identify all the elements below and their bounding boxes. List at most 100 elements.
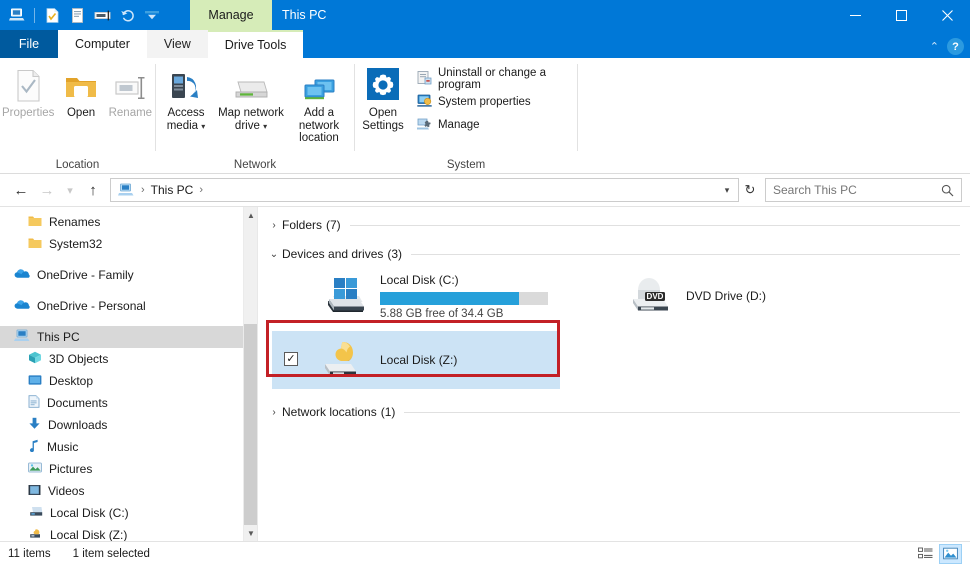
sidebar-item-documents[interactable]: Documents <box>0 392 257 414</box>
new-folder-icon[interactable] <box>66 4 88 26</box>
rename-button[interactable]: Rename <box>106 64 155 120</box>
forward-button[interactable]: → <box>34 177 60 203</box>
address-dropdown-icon[interactable]: ▾ <box>718 185 736 196</box>
sidebar-item-system32[interactable]: System32 <box>0 233 257 255</box>
group-header-folders[interactable]: › Folders (7) <box>266 214 962 236</box>
uninstall-program-button[interactable]: Uninstall or change a program <box>413 67 577 91</box>
status-item-count: 11 items <box>8 547 51 560</box>
status-selection-count: 1 item selected <box>72 547 150 560</box>
capacity-text: 5.88 GB free of 34.4 GB <box>380 308 504 320</box>
capacity-bar-fill <box>380 292 520 305</box>
drive-tile-text: Local Disk (Z:) <box>380 352 457 368</box>
minimize-button[interactable] <box>832 0 878 30</box>
access-media-icon <box>168 67 204 103</box>
sidebar-item-renames[interactable]: Renames <box>0 211 257 233</box>
dvd-drive-icon: DVD <box>620 276 678 316</box>
add-network-location-button[interactable]: Add a network location <box>286 64 352 145</box>
access-media-button[interactable]: Access media ▾ <box>156 64 216 133</box>
sidebar-item-downloads[interactable]: Downloads <box>0 414 257 436</box>
customize-qat-icon[interactable] <box>141 4 163 26</box>
breadcrumb-separator-1: › <box>141 184 145 196</box>
scroll-down-arrow-icon[interactable]: ▼ <box>244 525 257 541</box>
this-pc-icon[interactable] <box>6 4 28 26</box>
recent-locations-button[interactable]: ▾ <box>60 177 80 203</box>
chevron-right-icon[interactable]: › <box>266 407 282 418</box>
group-header-label: Network locations <box>282 405 377 419</box>
sidebar-item-desktop[interactable]: Desktop <box>0 370 257 392</box>
scroll-up-arrow-icon[interactable]: ▲ <box>244 207 257 223</box>
sidebar-item-label: Videos <box>48 484 85 498</box>
maximize-button[interactable] <box>878 0 924 30</box>
windows-drive-icon <box>314 276 372 316</box>
up-button[interactable]: ↑ <box>80 177 106 203</box>
rename-icon[interactable] <box>91 4 113 26</box>
sidebar-item-3d-objects[interactable]: 3D Objects <box>0 348 257 370</box>
manage-button[interactable]: Manage <box>413 114 577 135</box>
tab-view[interactable]: View <box>146 30 208 58</box>
refresh-button[interactable]: ↻ <box>739 178 761 202</box>
drive-name: DVD Drive (D:) <box>686 289 766 303</box>
chevron-down-icon[interactable]: ⌄ <box>266 249 282 260</box>
sidebar-item-local-disk-c[interactable]: Local Disk (C:) <box>0 502 257 524</box>
close-button[interactable] <box>924 0 970 30</box>
help-icon[interactable]: ? <box>947 38 964 55</box>
rename-button-label: Rename <box>108 107 153 119</box>
sidebar-item-pictures[interactable]: Pictures <box>0 458 257 480</box>
local-disk-icon <box>28 506 43 521</box>
back-button[interactable]: ← <box>8 177 34 203</box>
contextual-tab-header[interactable]: Manage <box>190 0 272 30</box>
sidebar-item-label: Downloads <box>48 418 108 432</box>
open-settings-button[interactable]: Open Settings <box>355 64 411 132</box>
search-input[interactable] <box>773 183 941 197</box>
drive-tile-dvd-drive-d[interactable]: DVD DVD Drive (D:) <box>578 267 866 325</box>
system-properties-button[interactable]: System properties <box>413 91 577 112</box>
status-bar: 11 items 1 item selected <box>0 541 970 565</box>
drive-tile-local-disk-c[interactable]: Local Disk (C:) 5.88 GB free of 34.4 GB <box>272 267 560 325</box>
sidebar-item-local-disk-z[interactable]: Local Disk (Z:) <box>0 524 257 541</box>
undo-icon[interactable] <box>116 4 138 26</box>
sidebar-item-music[interactable]: Music <box>0 436 257 458</box>
capacity-bar <box>380 292 548 305</box>
group-header-count: (1) <box>380 405 396 419</box>
search-box[interactable] <box>765 178 962 202</box>
sidebar-item-videos[interactable]: Videos <box>0 480 257 502</box>
collapse-ribbon-button[interactable]: ⌃ <box>930 40 939 53</box>
window-title: This PC <box>282 8 327 22</box>
sidebar-item-this-pc[interactable]: This PC <box>0 326 257 348</box>
explorer-content: Renames System32 OneDrive - Family OneDr… <box>0 206 970 541</box>
drive-tile-local-disk-z[interactable]: ✓ Local Disk (Z:) <box>272 331 560 389</box>
address-input[interactable]: › This PC › ▾ <box>110 178 739 202</box>
large-icons-view-button[interactable] <box>939 543 962 564</box>
group-header-network-locations[interactable]: › Network locations (1) <box>266 401 962 423</box>
chevron-right-icon[interactable]: › <box>266 220 282 231</box>
ribbon-tab-strip: File Computer View Drive Tools ⌃ ? <box>0 30 970 58</box>
details-view-button[interactable] <box>914 544 937 564</box>
file-list-pane[interactable]: › Folders (7) ⌄ Devices and drives (3) L… <box>258 207 970 541</box>
sidebar-item-label: Music <box>47 440 79 454</box>
drive-tile-checkbox[interactable]: ✓ <box>284 352 298 366</box>
system-small-buttons: Uninstall or change a program System pro… <box>413 64 577 135</box>
sidebar-item-onedrive-family[interactable]: OneDrive - Family <box>0 264 257 286</box>
nav-pane-scrollbar[interactable]: ▲ ▼ <box>243 207 257 541</box>
sidebar-item-onedrive-personal[interactable]: OneDrive - Personal <box>0 295 257 317</box>
access-media-caret-icon[interactable]: ▾ <box>201 122 205 131</box>
group-header-devices-and-drives[interactable]: ⌄ Devices and drives (3) <box>266 243 962 265</box>
breadcrumb-this-pc[interactable]: This PC <box>149 183 196 197</box>
tab-drive-tools[interactable]: Drive Tools <box>207 30 304 58</box>
scrollbar-thumb[interactable] <box>244 324 257 541</box>
open-button[interactable]: Open <box>56 64 105 120</box>
tab-computer[interactable]: Computer <box>58 30 147 58</box>
sidebar-item-label: Pictures <box>49 462 93 476</box>
breadcrumb-separator-2[interactable]: › <box>195 184 207 196</box>
properties-icon[interactable] <box>41 4 63 26</box>
ribbon-group-network: Access media ▾ Map network drive ▾ Add a… <box>156 58 354 174</box>
folder-icon <box>28 215 42 230</box>
properties-button[interactable]: Properties <box>0 64 56 120</box>
map-network-drive-caret-icon[interactable]: ▾ <box>263 122 267 131</box>
search-icon[interactable] <box>941 184 957 197</box>
add-network-location-button-label: Add a network location <box>298 107 340 144</box>
group-header-count: (7) <box>326 218 341 232</box>
tab-file[interactable]: File <box>0 30 58 58</box>
map-network-drive-button[interactable]: Map network drive ▾ <box>216 64 286 133</box>
